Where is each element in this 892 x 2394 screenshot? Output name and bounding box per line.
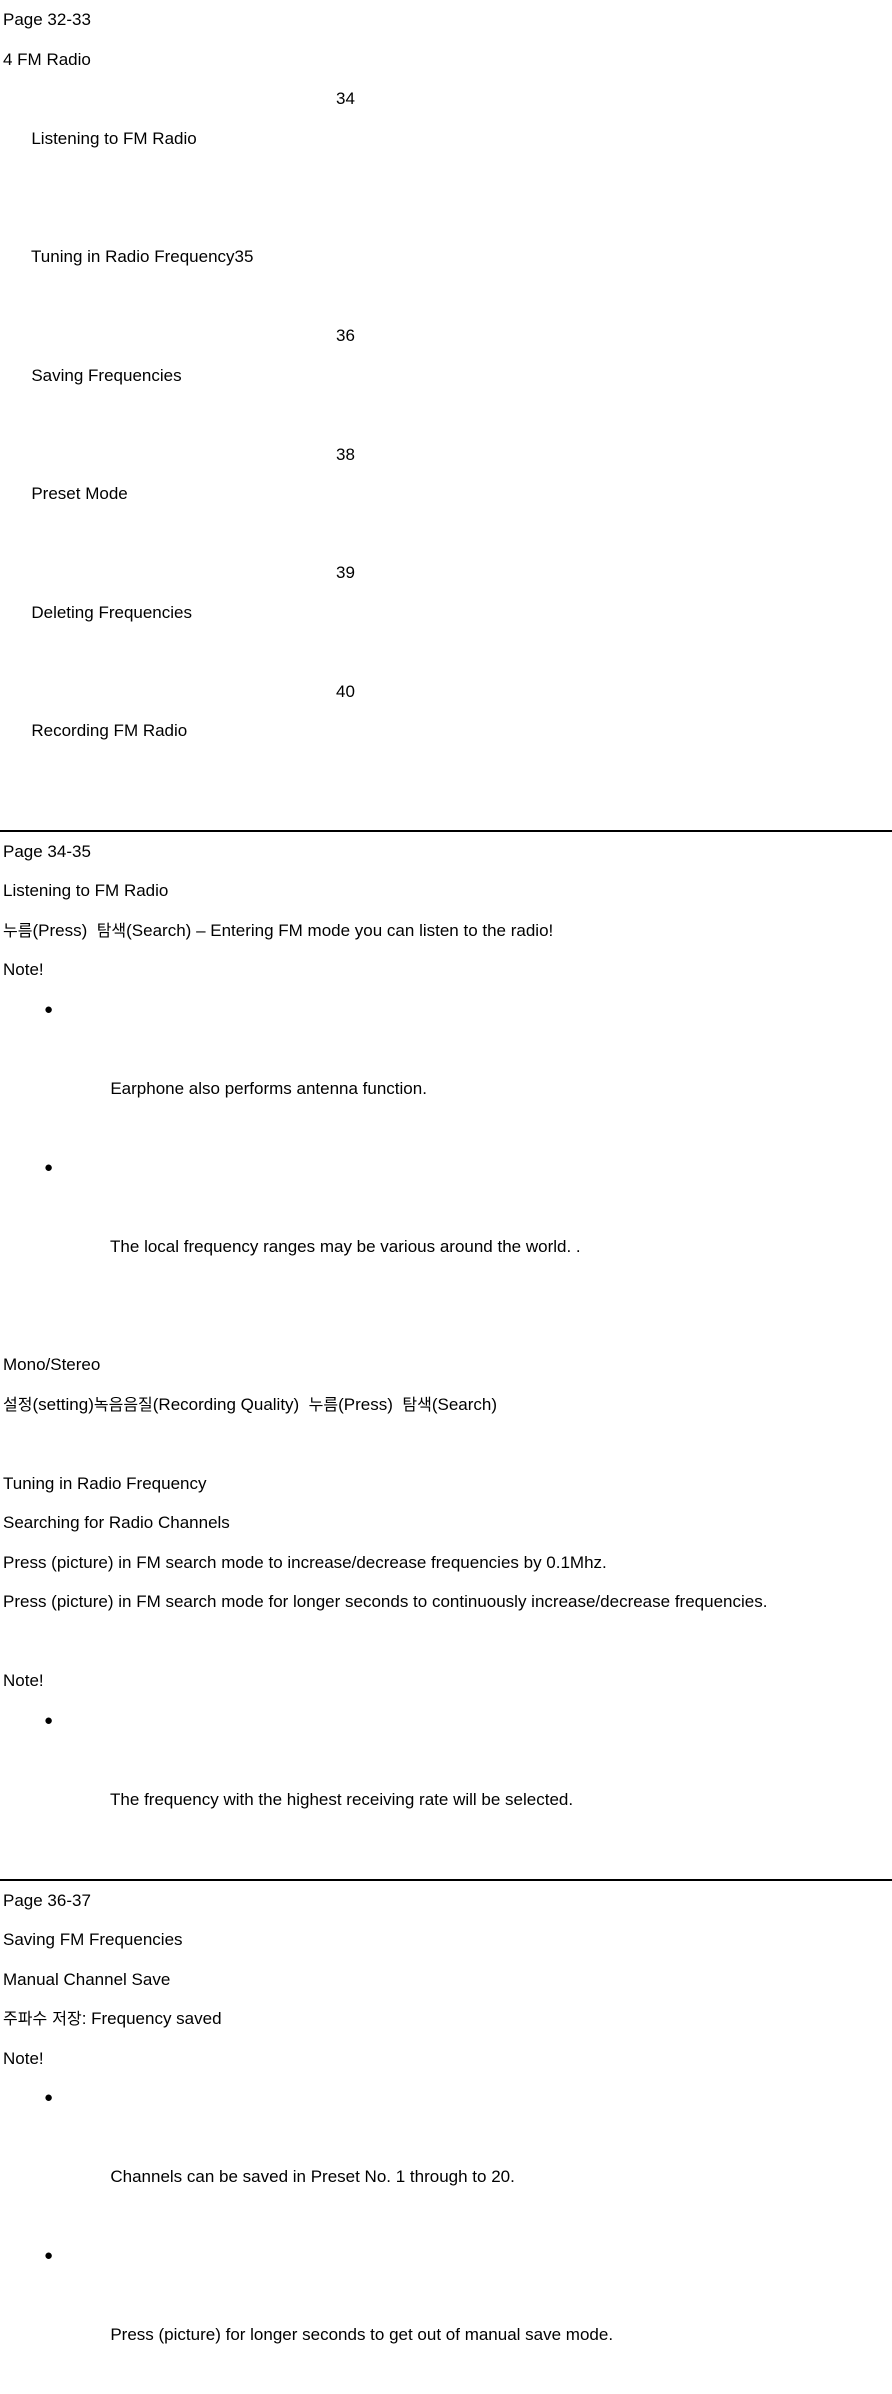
toc-entry-title: Listening to FM Radio	[31, 129, 196, 148]
document-page: Page 32-33 4 FM Radio Listening to FM Ra…	[0, 0, 892, 2394]
note-text: Channels can be saved in Preset No. 1 th…	[110, 2167, 514, 2186]
korean-press: 누름	[3, 921, 32, 940]
toc-entry-title: Preset Mode	[31, 484, 127, 503]
spacer	[0, 790, 892, 830]
korean-recording-quality: 녹음음질	[94, 1395, 153, 1414]
mono-stereo-settings-line: 설정(setting)녹음음질(Recording Quality) 누름(Pr…	[0, 1385, 892, 1425]
press-search-description: – Entering FM mode you can listen to the…	[196, 921, 553, 940]
section-toc-32-33: Page 32-33 4 FM Radio Listening to FM Ra…	[0, 0, 892, 790]
chapter-heading-fm-radio: 4 FM Radio	[0, 40, 892, 80]
note-bullet-item: ● Earphone also performs antenna functio…	[0, 990, 892, 1148]
heading-mono-stereo: Mono/Stereo	[0, 1345, 892, 1385]
spacer	[0, 1622, 892, 1662]
heading-manual-channel-save: Manual Channel Save	[0, 1960, 892, 2000]
spacer	[0, 1859, 892, 1879]
toc-entry-saving[interactable]: Saving Frequencies 36	[0, 316, 892, 435]
heading-listening-to-fm-radio: Listening to FM Radio	[0, 871, 892, 911]
note-label-1: Note!	[0, 950, 892, 990]
press-search-line: 누름(Press) 탐색(Search) – Entering FM mode …	[0, 911, 892, 951]
toc-entry-title: Recording FM Radio	[31, 721, 187, 740]
frequency-saved-line: 주파수 저장: Frequency saved	[0, 1999, 892, 2039]
section-body-34-35: Page 34-35 Listening to FM Radio 누름(Pres…	[0, 832, 892, 1859]
toc-entry-title: Deleting Frequencies	[31, 603, 192, 622]
english-search: (Search)	[432, 1395, 497, 1414]
bullet-icon: ●	[44, 990, 53, 1030]
note-bullet-item: ● The frequency with the highest receivi…	[0, 1701, 892, 1859]
toc-entry-page: 34	[336, 79, 355, 119]
note-text: The local frequency ranges may be variou…	[110, 1237, 581, 1256]
toc-entry-page: 40	[336, 672, 355, 712]
toc-entry-title: Saving Frequencies	[31, 366, 181, 385]
note-bullet-item: ● The local frequency ranges may be vari…	[0, 1148, 892, 1306]
note-label-2: Note!	[0, 1661, 892, 1701]
korean-setting: 설정	[3, 1395, 32, 1414]
bullet-icon: ●	[44, 2236, 53, 2276]
korean-search: 탐색	[402, 1395, 431, 1414]
toc-entry-listening[interactable]: Listening to FM Radio 34	[0, 79, 892, 198]
heading-searching-for-radio-channels: Searching for Radio Channels	[0, 1503, 892, 1543]
toc-entry-tuning[interactable]: Tuning in Radio Frequency35	[0, 198, 892, 317]
note-text: Press (picture) for longer seconds to ge…	[110, 2325, 613, 2344]
toc-entry-title: Tuning in Radio Frequency	[31, 247, 235, 266]
english-press: (Press)	[32, 921, 87, 940]
toc-entry-preset-mode[interactable]: Preset Mode 38	[0, 435, 892, 554]
page-label-34-35: Page 34-35	[0, 832, 892, 872]
page-label-36-37: Page 36-37	[0, 1881, 892, 1921]
note-text: Earphone also performs antenna function.	[110, 1079, 427, 1098]
spacer	[0, 1424, 892, 1464]
toc-entry-page: 36	[336, 316, 355, 356]
heading-saving-fm-frequencies: Saving FM Frequencies	[0, 1920, 892, 1960]
note-label-3: Note!	[0, 2039, 892, 2079]
korean-press: 누름	[309, 1395, 338, 1414]
bullet-icon: ●	[44, 2078, 53, 2118]
english-recording-quality: (Recording Quality)	[153, 1395, 299, 1414]
paragraph-increase-decrease-01mhz: Press (picture) in FM search mode to inc…	[0, 1543, 892, 1583]
page-label-32-33: Page 32-33	[0, 0, 892, 40]
korean-search: 탐색	[97, 921, 126, 940]
heading-tuning-in-radio-frequency: Tuning in Radio Frequency	[0, 1464, 892, 1504]
note-bullet-item: ● Press (picture) for longer seconds to …	[0, 2236, 892, 2394]
english-press: (Press)	[338, 1395, 393, 1414]
toc-entry-deleting[interactable]: Deleting Frequencies 39	[0, 553, 892, 672]
bullet-icon: ●	[44, 1148, 53, 1188]
paragraph-continuous-increase-decrease: Press (picture) in FM search mode for lo…	[0, 1582, 892, 1622]
english-search: (Search)	[126, 921, 191, 940]
section-body-36-37: Page 36-37 Saving FM Frequencies Manual …	[0, 1881, 892, 2394]
toc-entry-recording[interactable]: Recording FM Radio 40	[0, 672, 892, 791]
toc-entry-page: 38	[336, 435, 355, 475]
korean-frequency-saved: 주파수 저장	[3, 2009, 82, 2028]
note-bullet-item: ● Channels can be saved in Preset No. 1 …	[0, 2078, 892, 2236]
toc-entry-page: 35	[235, 247, 254, 266]
toc-entry-page: 39	[336, 553, 355, 593]
english-setting: (setting)	[32, 1395, 93, 1414]
spacer	[0, 1306, 892, 1346]
bullet-icon: ●	[44, 1701, 53, 1741]
english-frequency-saved: : Frequency saved	[82, 2009, 222, 2028]
note-text: The frequency with the highest receiving…	[110, 1790, 573, 1809]
